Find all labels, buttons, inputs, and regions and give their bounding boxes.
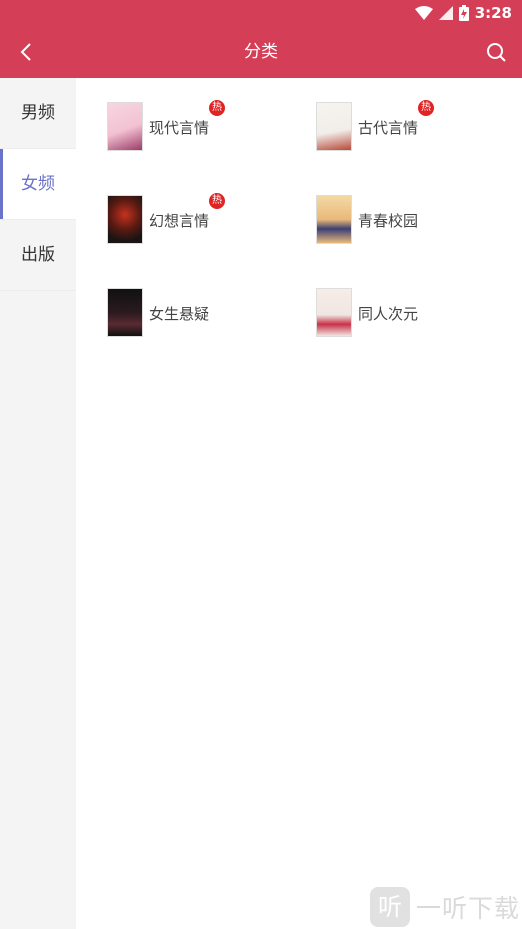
category-item[interactable]: 青春校园 [316,195,496,249]
page-title: 分类 [244,42,278,62]
status-icons: 3:28 [414,3,512,23]
category-label: 青春校园 [358,212,419,230]
category-label: 同人次元 [358,305,419,323]
category-label: 古代言情 [358,119,419,137]
wifi-icon [414,6,433,20]
category-label: 现代言情 [149,119,210,137]
search-button[interactable] [478,34,514,70]
category-label: 女生悬疑 [149,305,210,323]
book-cover-image [316,102,352,151]
category-item[interactable]: 同人次元 [316,288,496,342]
sidebar-item-female[interactable]: 女频 [0,149,76,220]
watermark: 听 一听下载 [369,887,520,927]
watermark-text: 一听下载 [415,894,520,923]
cell-signal-icon [438,6,453,20]
sidebar-item-male[interactable]: 男频 [0,78,76,149]
category-grid: 现代言情 热 古代言情 热 幻想言情 热 青春校园 女生悬疑 同人次元 [76,78,522,929]
back-button[interactable] [8,34,44,70]
category-item[interactable]: 女生悬疑 [107,288,287,342]
category-item[interactable]: 幻想言情 热 [107,193,287,249]
category-item[interactable]: 现代言情 热 [107,100,287,156]
status-bar: 3:28 [0,0,522,26]
category-sidebar: 男频 女频 出版 [0,78,76,929]
search-icon [487,43,506,62]
category-item[interactable]: 古代言情 热 [316,100,496,156]
chevron-left-icon [20,43,31,61]
watermark-logo: 听 [369,887,410,927]
hot-badge: 热 [209,100,225,116]
status-time: 3:28 [474,4,512,22]
book-cover-image [107,195,143,244]
app-header: 分类 [0,26,522,78]
book-cover-image [316,288,352,337]
hot-badge: 热 [418,100,434,116]
category-label: 幻想言情 [149,212,210,230]
hot-badge: 热 [209,193,225,209]
sidebar-item-publishing[interactable]: 出版 [0,220,76,291]
battery-icon [458,5,469,21]
book-cover-image [107,102,143,151]
book-cover-image [107,288,143,337]
book-cover-image [316,195,352,244]
